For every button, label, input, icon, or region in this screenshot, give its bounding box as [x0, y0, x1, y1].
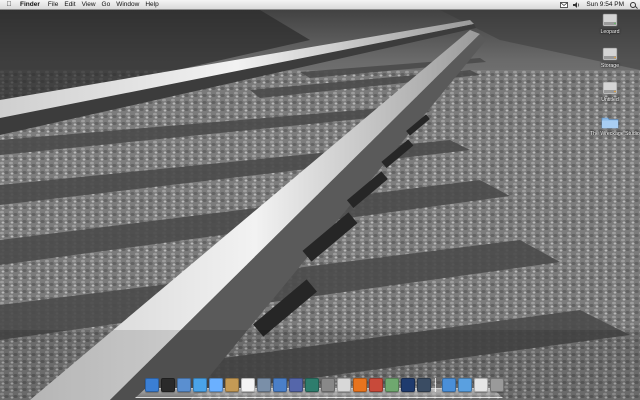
- hard-drive-icon: [602, 13, 618, 27]
- dock-items: [145, 378, 506, 392]
- desktop-icon-leopard[interactable]: Leopard: [590, 12, 630, 35]
- transmission-icon[interactable]: [369, 378, 383, 392]
- spotlight-search-icon[interactable]: [630, 1, 636, 8]
- spaces-icon[interactable]: [289, 378, 303, 392]
- finder-icon[interactable]: [145, 378, 159, 392]
- safari-icon[interactable]: [193, 378, 207, 392]
- adium-icon[interactable]: [385, 378, 399, 392]
- volume-icon[interactable]: [573, 1, 581, 8]
- menu-window[interactable]: Window: [116, 1, 145, 8]
- firefox-icon[interactable]: [353, 378, 367, 392]
- apple-menu-icon[interactable]: : [2, 1, 16, 8]
- folder-icon: [601, 117, 619, 129]
- desktop-icon-label: Leopard: [600, 29, 620, 35]
- menu-edit[interactable]: Edit: [64, 1, 81, 8]
- desktop-icon-label: Storage: [600, 63, 620, 69]
- pinwheel-icon[interactable]: [337, 378, 351, 392]
- mail-icon[interactable]: [560, 1, 569, 8]
- mail-icon[interactable]: [177, 378, 191, 392]
- menu-help[interactable]: Help: [145, 1, 164, 8]
- menu-go[interactable]: Go: [102, 1, 117, 8]
- applications-stack-icon[interactable]: [442, 378, 456, 392]
- dock: [135, 376, 506, 398]
- itunes-icon[interactable]: [273, 378, 287, 392]
- hard-drive-icon: [602, 47, 618, 61]
- ical-icon[interactable]: [241, 378, 255, 392]
- downloads-stack-icon[interactable]: [474, 378, 488, 392]
- desktop-icon-storage[interactable]: Storage: [590, 46, 630, 69]
- photoshop-icon[interactable]: [401, 378, 415, 392]
- desktop-wallpaper: [0, 0, 640, 400]
- desktop-icon-label: Untitled: [601, 97, 619, 103]
- documents-stack-icon[interactable]: [458, 378, 472, 392]
- menu-bar:  Finder File Edit View Go Window Help S…: [0, 0, 640, 10]
- menu-clock[interactable]: Sun 9:54 PM: [586, 1, 624, 8]
- trash-icon[interactable]: [490, 378, 504, 392]
- desktop-icon-wreckage-studio[interactable]: The Wreckage Studio: [590, 114, 640, 137]
- system-preferences-icon[interactable]: [321, 378, 335, 392]
- desktop-icon-untitled[interactable]: Untitled: [590, 80, 630, 103]
- desktop-icon-label: The Wreckage Studio: [590, 131, 640, 137]
- dashboard-icon[interactable]: [161, 378, 175, 392]
- preview-icon[interactable]: [257, 378, 271, 392]
- menu-finder[interactable]: Finder: [16, 1, 48, 8]
- menu-view[interactable]: View: [82, 1, 102, 8]
- time-machine-icon[interactable]: [305, 378, 319, 392]
- dock-separator: [435, 378, 438, 392]
- lightroom-icon[interactable]: [417, 378, 431, 392]
- ichat-icon[interactable]: [209, 378, 223, 392]
- menu-file[interactable]: File: [48, 1, 64, 8]
- address-book-icon[interactable]: [225, 378, 239, 392]
- hard-drive-icon: [602, 81, 618, 95]
